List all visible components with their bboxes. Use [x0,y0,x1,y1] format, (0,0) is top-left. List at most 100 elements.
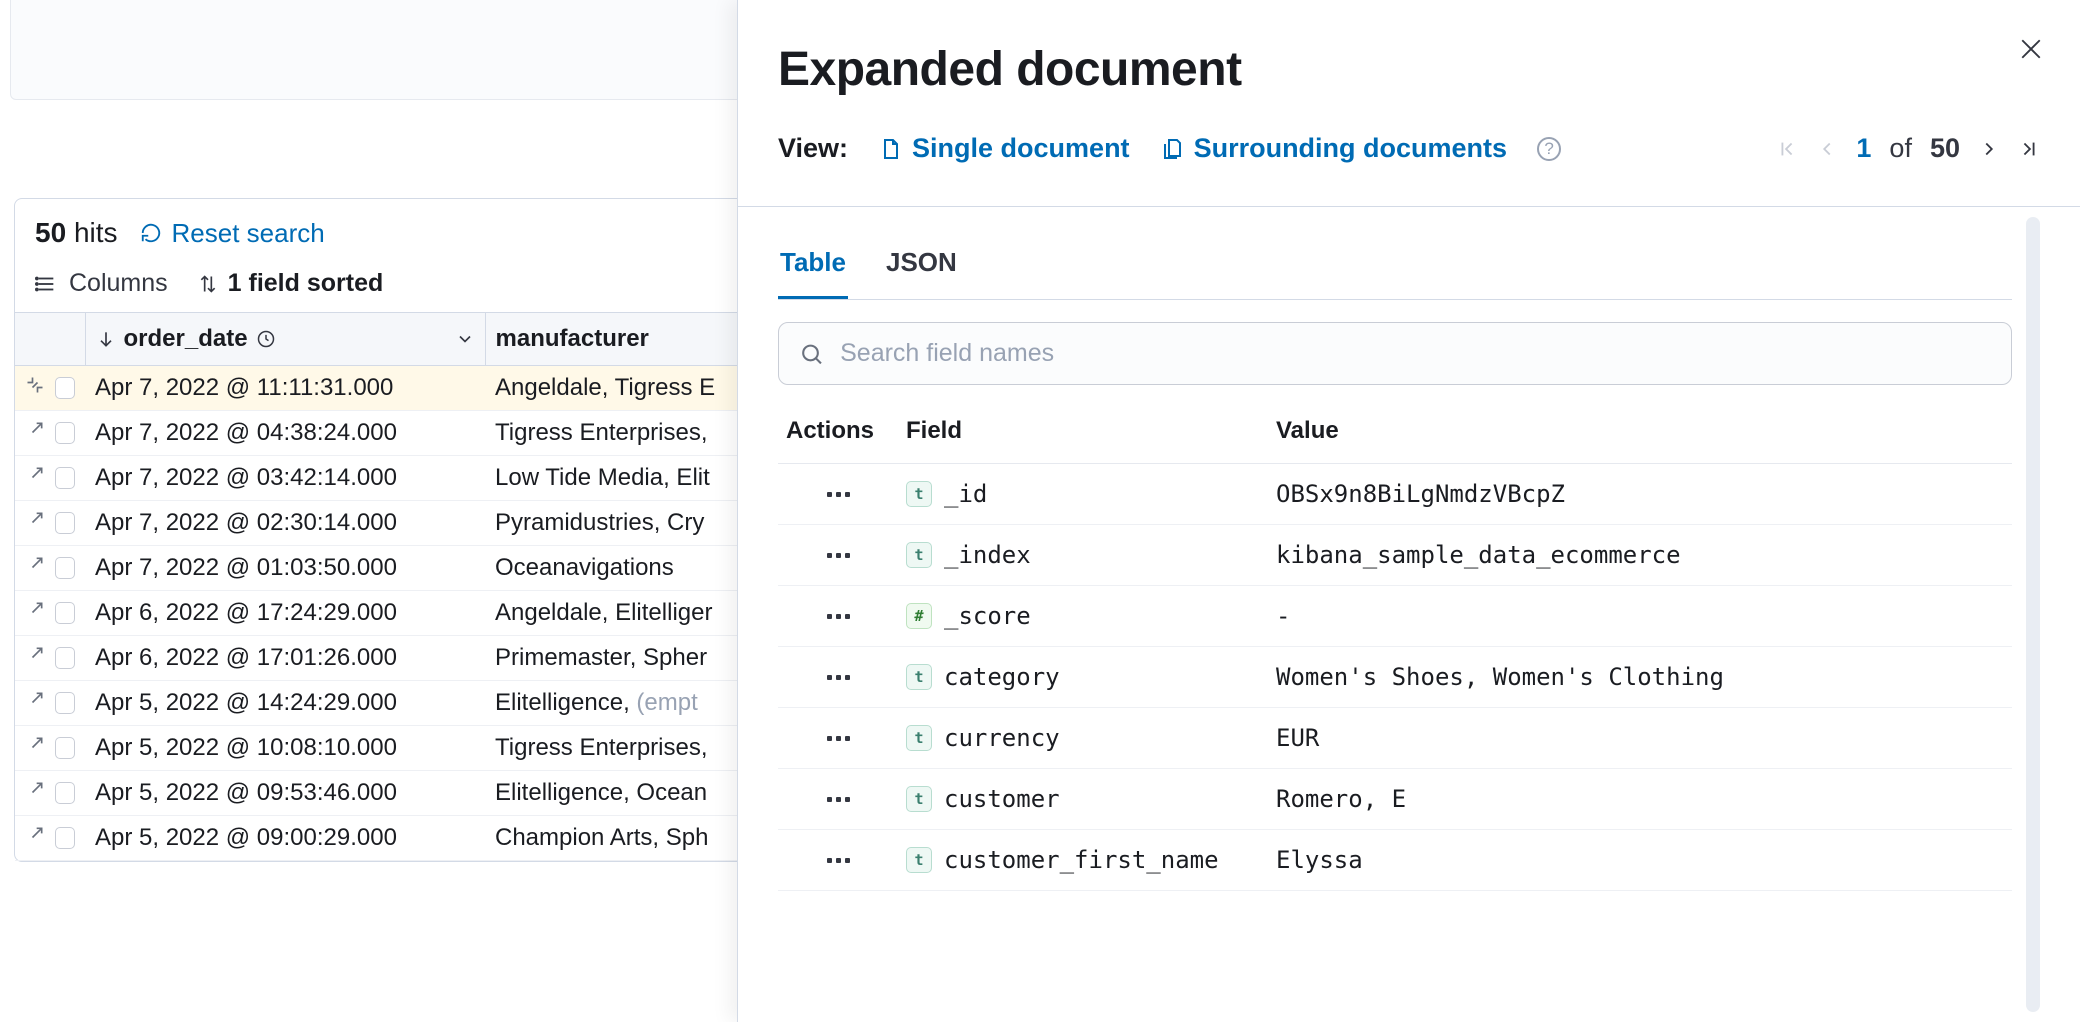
field-name: currency [944,724,1060,752]
expand-row-icon[interactable] [25,689,45,717]
cell-order-date: Apr 7, 2022 @ 03:42:14.000 [85,456,485,501]
expand-row-icon[interactable] [25,464,45,492]
prev-page-icon[interactable] [1816,138,1838,160]
field-value: Romero, E [1268,769,2012,830]
help-icon[interactable]: ? [1537,137,1561,161]
cell-order-date: Apr 7, 2022 @ 02:30:14.000 [85,501,485,546]
cell-order-date: Apr 5, 2022 @ 10:08:10.000 [85,726,485,771]
row-checkbox[interactable] [55,692,75,714]
field-search[interactable] [778,322,2012,385]
hits-count: 50 hits [35,217,118,249]
field-name: customer [944,785,1060,813]
tab-json[interactable]: JSON [884,247,959,299]
field-name: category [944,663,1060,691]
background-panel [10,0,750,100]
row-actions-button[interactable] [786,797,890,802]
field-row: tcategoryWomen's Shoes, Women's Clothing [778,647,2012,708]
row-checkbox[interactable] [55,467,75,489]
expand-row-icon[interactable] [25,374,45,402]
field-value: - [1268,586,2012,647]
documents-icon [1160,137,1184,161]
columns-icon [35,273,57,295]
row-checkbox[interactable] [55,512,75,534]
cell-order-date: Apr 7, 2022 @ 11:11:31.000 [85,366,485,411]
next-page-icon[interactable] [1978,138,2000,160]
field-row: t customer Romero, E [778,769,2012,830]
columns-button[interactable]: Columns [35,269,168,298]
tab-table[interactable]: Table [778,247,848,299]
expand-row-icon[interactable] [25,554,45,582]
fields-table: Actions Field Value t_idOBSx9n8BiLgNmdzV… [778,399,2012,891]
expand-row-icon[interactable] [25,779,45,807]
field-value: kibana_sample_data_ecommerce [1268,525,2012,586]
field-type-badge: t [906,725,932,751]
field-type-badge: t [906,481,932,507]
single-document-link[interactable]: Single document [878,133,1130,164]
field-row: t customer_first_name Elyssa [778,830,2012,891]
row-actions-button[interactable] [786,736,890,741]
field-type-badge: # [906,603,932,629]
expand-row-icon[interactable] [25,509,45,537]
field-type-badge: t [906,786,932,812]
field-value: Elyssa [1268,830,2012,891]
row-actions-button[interactable] [786,492,890,497]
pager-total: 50 [1930,133,1960,164]
sort-info[interactable]: 1 field sorted [198,269,384,298]
arrow-down-icon [96,329,116,349]
expand-row-icon[interactable] [25,644,45,672]
expand-row-icon[interactable] [25,419,45,447]
flyout-title: Expanded document [778,42,2040,97]
field-name: _score [944,602,1031,630]
field-row: t_idOBSx9n8BiLgNmdzVBcpZ [778,464,2012,525]
row-checkbox[interactable] [55,377,75,399]
field-name: customer_first_name [944,846,1219,874]
cell-order-date: Apr 5, 2022 @ 09:00:29.000 [85,816,485,861]
row-checkbox[interactable] [55,737,75,759]
sort-icon [198,274,218,294]
field-type-badge: t [906,664,932,690]
field-type-badge: t [906,542,932,568]
row-checkbox[interactable] [55,827,75,849]
chevron-down-icon[interactable] [455,329,475,349]
row-actions-button[interactable] [786,858,890,863]
order-date-column-header[interactable]: order_date [85,313,485,366]
clock-icon [256,329,276,349]
row-checkbox[interactable] [55,557,75,579]
field-search-input[interactable] [840,339,1991,368]
refresh-icon [140,222,162,244]
reset-search-button[interactable]: Reset search [140,218,325,249]
cell-order-date: Apr 6, 2022 @ 17:01:26.000 [85,636,485,681]
cell-order-date: Apr 6, 2022 @ 17:24:29.000 [85,591,485,636]
actions-header: Actions [778,399,898,464]
field-name: _index [944,541,1031,569]
row-checkbox[interactable] [55,782,75,804]
field-type-badge: t [906,847,932,873]
close-icon[interactable] [2016,34,2046,64]
cell-order-date: Apr 7, 2022 @ 01:03:50.000 [85,546,485,591]
row-checkbox[interactable] [55,647,75,669]
expand-row-icon[interactable] [25,824,45,852]
document-icon [878,137,902,161]
expand-column-header [15,313,85,366]
row-checkbox[interactable] [55,602,75,624]
cell-order-date: Apr 5, 2022 @ 09:53:46.000 [85,771,485,816]
row-actions-button[interactable] [786,614,890,619]
row-actions-button[interactable] [786,553,890,558]
expand-row-icon[interactable] [25,599,45,627]
search-icon [799,341,824,367]
surrounding-documents-link[interactable]: Surrounding documents [1160,133,1508,164]
view-label: View: [778,133,848,164]
pager-of: of [1889,133,1912,164]
last-page-icon[interactable] [2018,138,2040,160]
field-row: t _index kibana_sample_data_ecommerce [778,525,2012,586]
field-header: Field [898,399,1268,464]
row-checkbox[interactable] [55,422,75,444]
first-page-icon[interactable] [1776,138,1798,160]
field-value: OBSx9n8BiLgNmdzVBcpZ [1268,464,2012,525]
scrollbar[interactable] [2026,217,2040,1012]
row-actions-button[interactable] [786,675,890,680]
cell-order-date: Apr 5, 2022 @ 14:24:29.000 [85,681,485,726]
value-header: Value [1268,399,2012,464]
field-value: EUR [1268,708,2012,769]
expand-row-icon[interactable] [25,734,45,762]
